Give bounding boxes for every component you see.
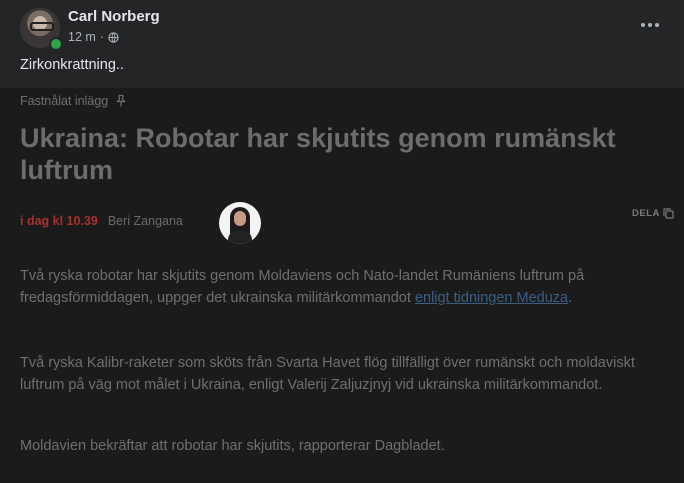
globe-icon	[108, 31, 119, 43]
online-status-indicator	[49, 37, 63, 51]
post-header: Carl Norberg 12 m · Zirkonkrattning..	[0, 0, 684, 88]
article-byline: i dag kl 10.39 Beri Zangana	[20, 214, 183, 228]
post-meta: 12 m ·	[68, 30, 119, 44]
more-options-button[interactable]	[634, 14, 666, 36]
pinned-label: Fastnålat inlägg	[20, 94, 128, 108]
reporter-name[interactable]: Beri Zangana	[108, 214, 183, 228]
post-time[interactable]: 12 m	[68, 30, 96, 44]
copy-icon	[663, 208, 674, 219]
meduza-link[interactable]: enligt tidningen Meduza	[415, 290, 568, 306]
pin-icon[interactable]	[114, 94, 128, 108]
article-paragraph-2: Två ryska Kalibr-raketer som sköts från …	[20, 355, 635, 393]
article-paragraph-3: Moldavien bekräftar att robotar har skju…	[20, 438, 445, 454]
meta-separator: ·	[99, 30, 104, 44]
shared-article[interactable]: Fastnålat inlägg Ukraina: Robotar har sk…	[0, 88, 684, 483]
author-name[interactable]: Carl Norberg	[68, 8, 160, 25]
article-headline[interactable]: Ukraina: Robotar har skjutits genom rumä…	[20, 122, 660, 186]
paragraph-1-end: .	[568, 289, 573, 306]
article-time: i dag kl 10.39	[20, 214, 98, 228]
reporter-avatar[interactable]	[219, 202, 261, 244]
post-text: Zirkonkrattning..	[20, 57, 124, 73]
share-label: DELA	[632, 208, 660, 219]
more-horizontal-icon	[641, 23, 645, 27]
article-paragraph-1: Två ryska robotar har skjutits genom Mol…	[20, 266, 640, 309]
share-button[interactable]: DELA	[632, 208, 674, 219]
pinned-label-text: Fastnålat inlägg	[20, 94, 109, 108]
